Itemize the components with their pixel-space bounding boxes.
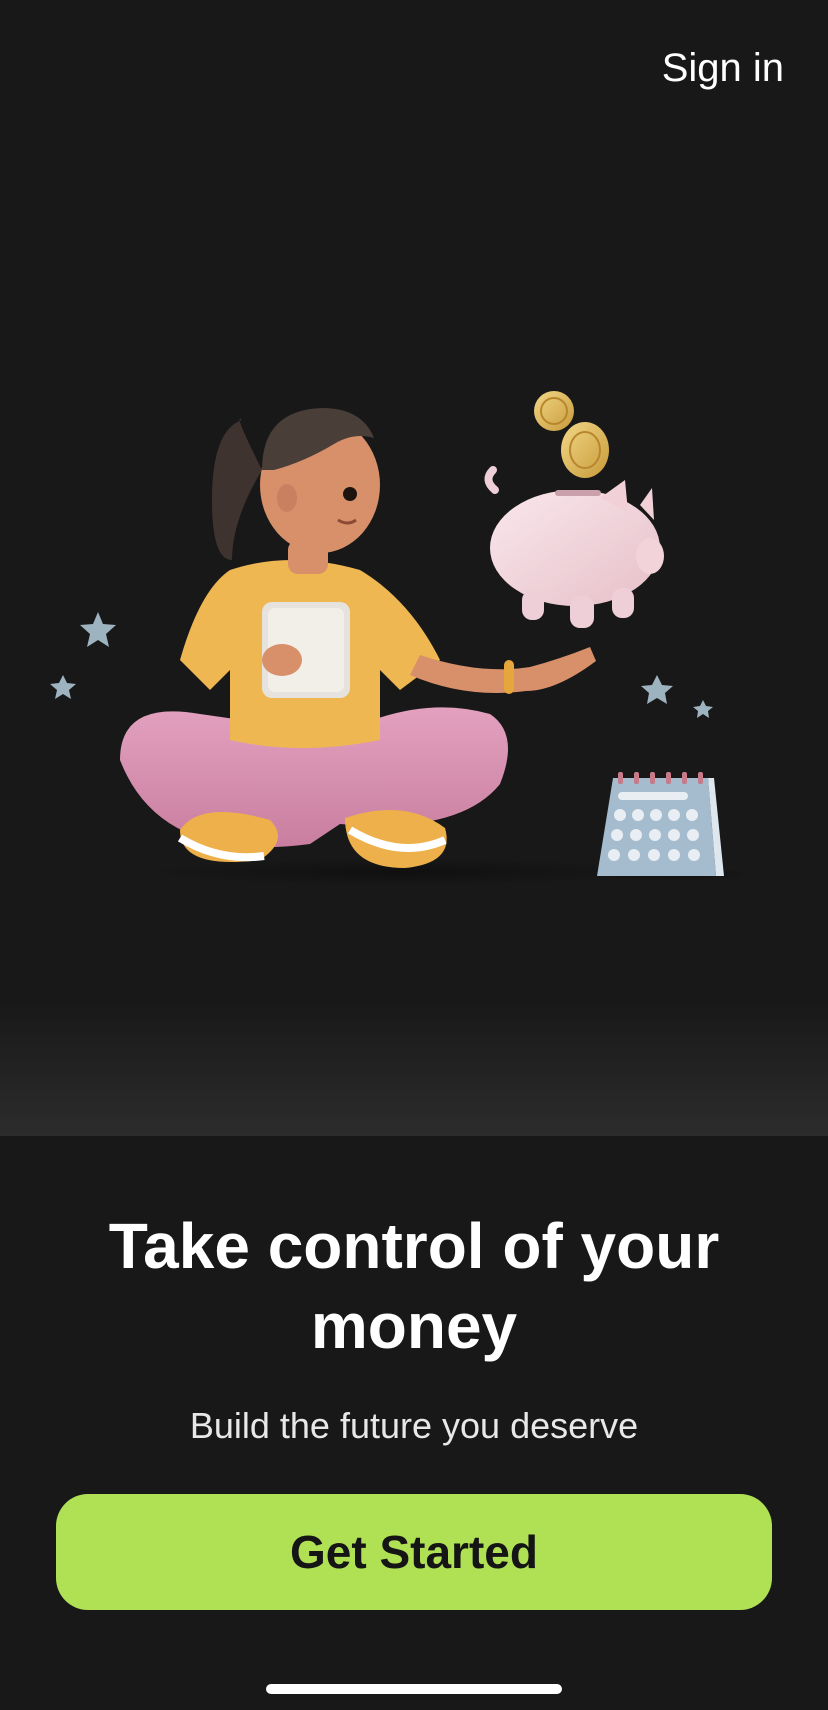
hero-illustration [50, 391, 755, 886]
piggy-bank-icon [484, 466, 664, 628]
person-figure [120, 408, 596, 868]
get-started-button[interactable]: Get Started [56, 1494, 772, 1610]
hero-illustration-area [0, 0, 828, 1136]
home-indicator [266, 1684, 562, 1694]
sign-in-link[interactable]: Sign in [662, 44, 784, 92]
coin-icon [534, 391, 609, 478]
onboarding-content: Take control of your money Build the fut… [0, 1136, 828, 1710]
calendar-icon [597, 772, 724, 876]
page-title: Take control of your money [108, 1210, 720, 1362]
page-subtitle: Build the future you deserve [189, 1405, 639, 1446]
